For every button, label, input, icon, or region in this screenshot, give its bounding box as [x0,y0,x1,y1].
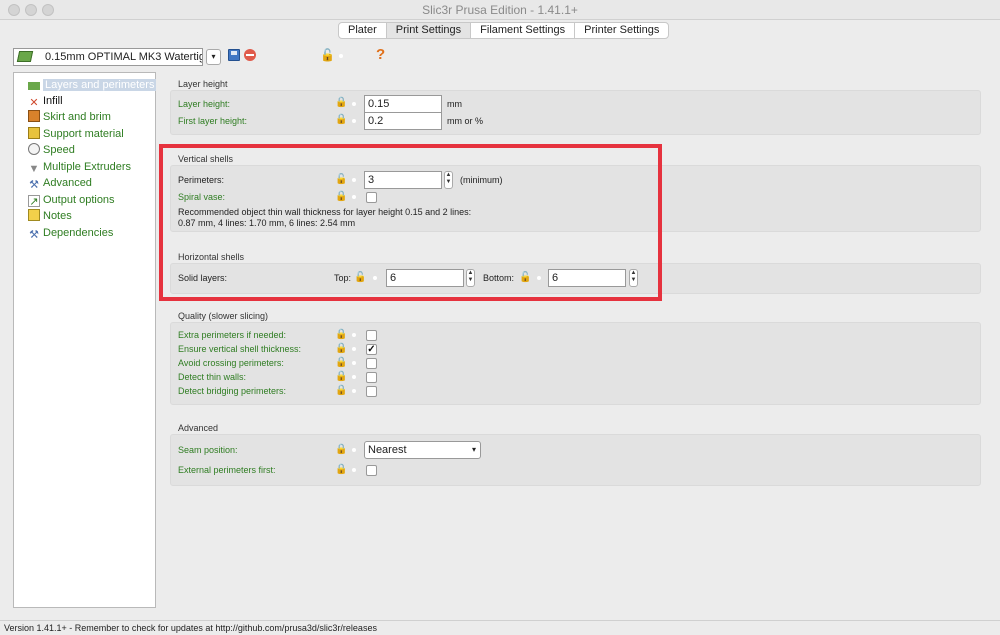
skirt-icon [28,110,40,122]
wrench-icon: ⚒ [29,179,39,191]
sidebar-item-layers-and-perimeters[interactable]: Layers and perimeters [28,78,157,93]
reset-dot-icon[interactable] [352,389,356,393]
window-title: Slic3r Prusa Edition - 1.41.1+ [422,3,578,17]
ensure-vertical-shell-checkbox[interactable]: ✓ [366,344,377,355]
layers-icon [28,82,40,90]
avoid-crossing-label: Avoid crossing perimeters: [178,358,284,368]
avoid-crossing-checkbox[interactable] [366,358,377,369]
sidebar-item-notes[interactable]: Notes [28,209,72,224]
reset-dot-icon[interactable] [352,347,356,351]
highlight-frame [159,144,662,301]
sidebar-item-skirt-and-brim[interactable]: Skirt and brim [28,110,111,125]
unlock-icon[interactable]: 🔓 [320,48,335,62]
status-bar: Version 1.41.1+ - Remember to check for … [0,620,1000,635]
reset-dot-icon[interactable] [352,375,356,379]
support-icon [28,127,40,139]
lock-icon[interactable]: 🔒 [335,343,347,355]
seam-position-value: Nearest [368,444,407,456]
sidebar-item-dependencies[interactable]: ⚒ Dependencies [28,226,113,241]
chevron-down-icon: ▾ [471,445,476,454]
layer-height-label: Layer height: [178,99,231,109]
group-title-advanced: Advanced [178,423,219,433]
external-perimeters-first-label: External perimeters first: [178,465,276,475]
preset-name: 0.15mm OPTIMAL MK3 Watertig [45,51,203,63]
ensure-vertical-shell-label: Ensure vertical shell thickness: [178,344,302,354]
layer-height-input[interactable]: 0.15 [364,95,442,113]
tab-printer-settings[interactable]: Printer Settings [575,23,668,38]
sidebar-item-infill[interactable]: ✕ Infill [28,94,62,109]
detect-bridging-checkbox[interactable] [366,386,377,397]
notes-icon [28,209,40,221]
tab-filament-settings[interactable]: Filament Settings [471,23,576,38]
preset-dropdown-button[interactable]: ▾ [206,49,221,65]
lock-icon[interactable]: 🔒 [335,385,347,397]
sidebar-item-output-options[interactable]: ↗ Output options [28,193,115,208]
sidebar-item-speed[interactable]: Speed [28,143,75,158]
reset-dot-icon[interactable] [352,102,356,106]
extra-perimeters-checkbox[interactable] [366,330,377,341]
group-quality [170,322,981,405]
tab-plater[interactable]: Plater [339,23,387,38]
external-perimeters-first-checkbox[interactable] [366,465,377,476]
detect-thin-walls-label: Detect thin walls: [178,372,247,382]
sidebar-item-multiple-extruders[interactable]: ▼ Multiple Extruders [28,160,132,175]
preset-flag-icon [16,51,34,62]
main-tabs: Plater Print Settings Filament Settings … [338,22,670,39]
group-layer-height [170,90,981,135]
reset-dot-icon[interactable] [352,448,356,452]
lock-icon[interactable]: 🔒 [335,97,347,109]
reset-dot-icon[interactable] [352,361,356,365]
wrench-icon: ⚒ [29,229,39,241]
reset-dot-icon[interactable] [352,119,356,123]
seam-position-label: Seam position: [178,445,238,455]
reset-dot-icon[interactable] [339,54,343,58]
group-advanced [170,434,981,486]
sidebar-item-support-material[interactable]: Support material [28,127,124,142]
lock-icon[interactable]: 🔒 [335,464,347,476]
save-preset-icon[interactable] [228,49,240,61]
first-layer-height-input[interactable]: 0.2 [364,112,442,130]
lock-icon[interactable]: 🔒 [335,114,347,126]
reset-dot-icon[interactable] [352,333,356,337]
detect-bridging-label: Detect bridging perimeters: [178,386,287,396]
group-title-quality: Quality (slower slicing) [178,311,269,321]
layer-height-unit: mm [447,99,462,109]
delete-preset-icon[interactable] [244,49,256,61]
tab-print-settings[interactable]: Print Settings [386,23,472,38]
funnel-icon: ▼ [28,163,40,175]
first-layer-height-unit: mm or % [447,116,483,126]
extra-perimeters-label: Extra perimeters if needed: [178,330,287,340]
reset-dot-icon[interactable] [352,468,356,472]
lock-icon[interactable]: 🔒 [335,444,347,456]
seam-position-select[interactable]: Nearest ▾ [364,441,481,459]
title-bar: Slic3r Prusa Edition - 1.41.1+ [0,0,1000,20]
detect-thin-walls-checkbox[interactable] [366,372,377,383]
sidebar-item-advanced[interactable]: ⚒ Advanced [28,176,92,191]
lock-icon[interactable]: 🔒 [335,371,347,383]
first-layer-height-label: First layer height: [178,116,248,126]
group-title-layer-height: Layer height [178,79,228,89]
lock-icon[interactable]: 🔒 [335,329,347,341]
output-icon: ↗ [28,195,40,208]
preset-select[interactable]: 0.15mm OPTIMAL MK3 Watertig [13,48,203,66]
help-icon[interactable]: ? [376,46,385,63]
infill-icon: ✕ [29,97,39,109]
speed-icon [28,143,40,155]
settings-sidebar: Layers and perimeters ✕ Infill Skirt and … [13,72,157,608]
lock-icon[interactable]: 🔒 [335,357,347,369]
